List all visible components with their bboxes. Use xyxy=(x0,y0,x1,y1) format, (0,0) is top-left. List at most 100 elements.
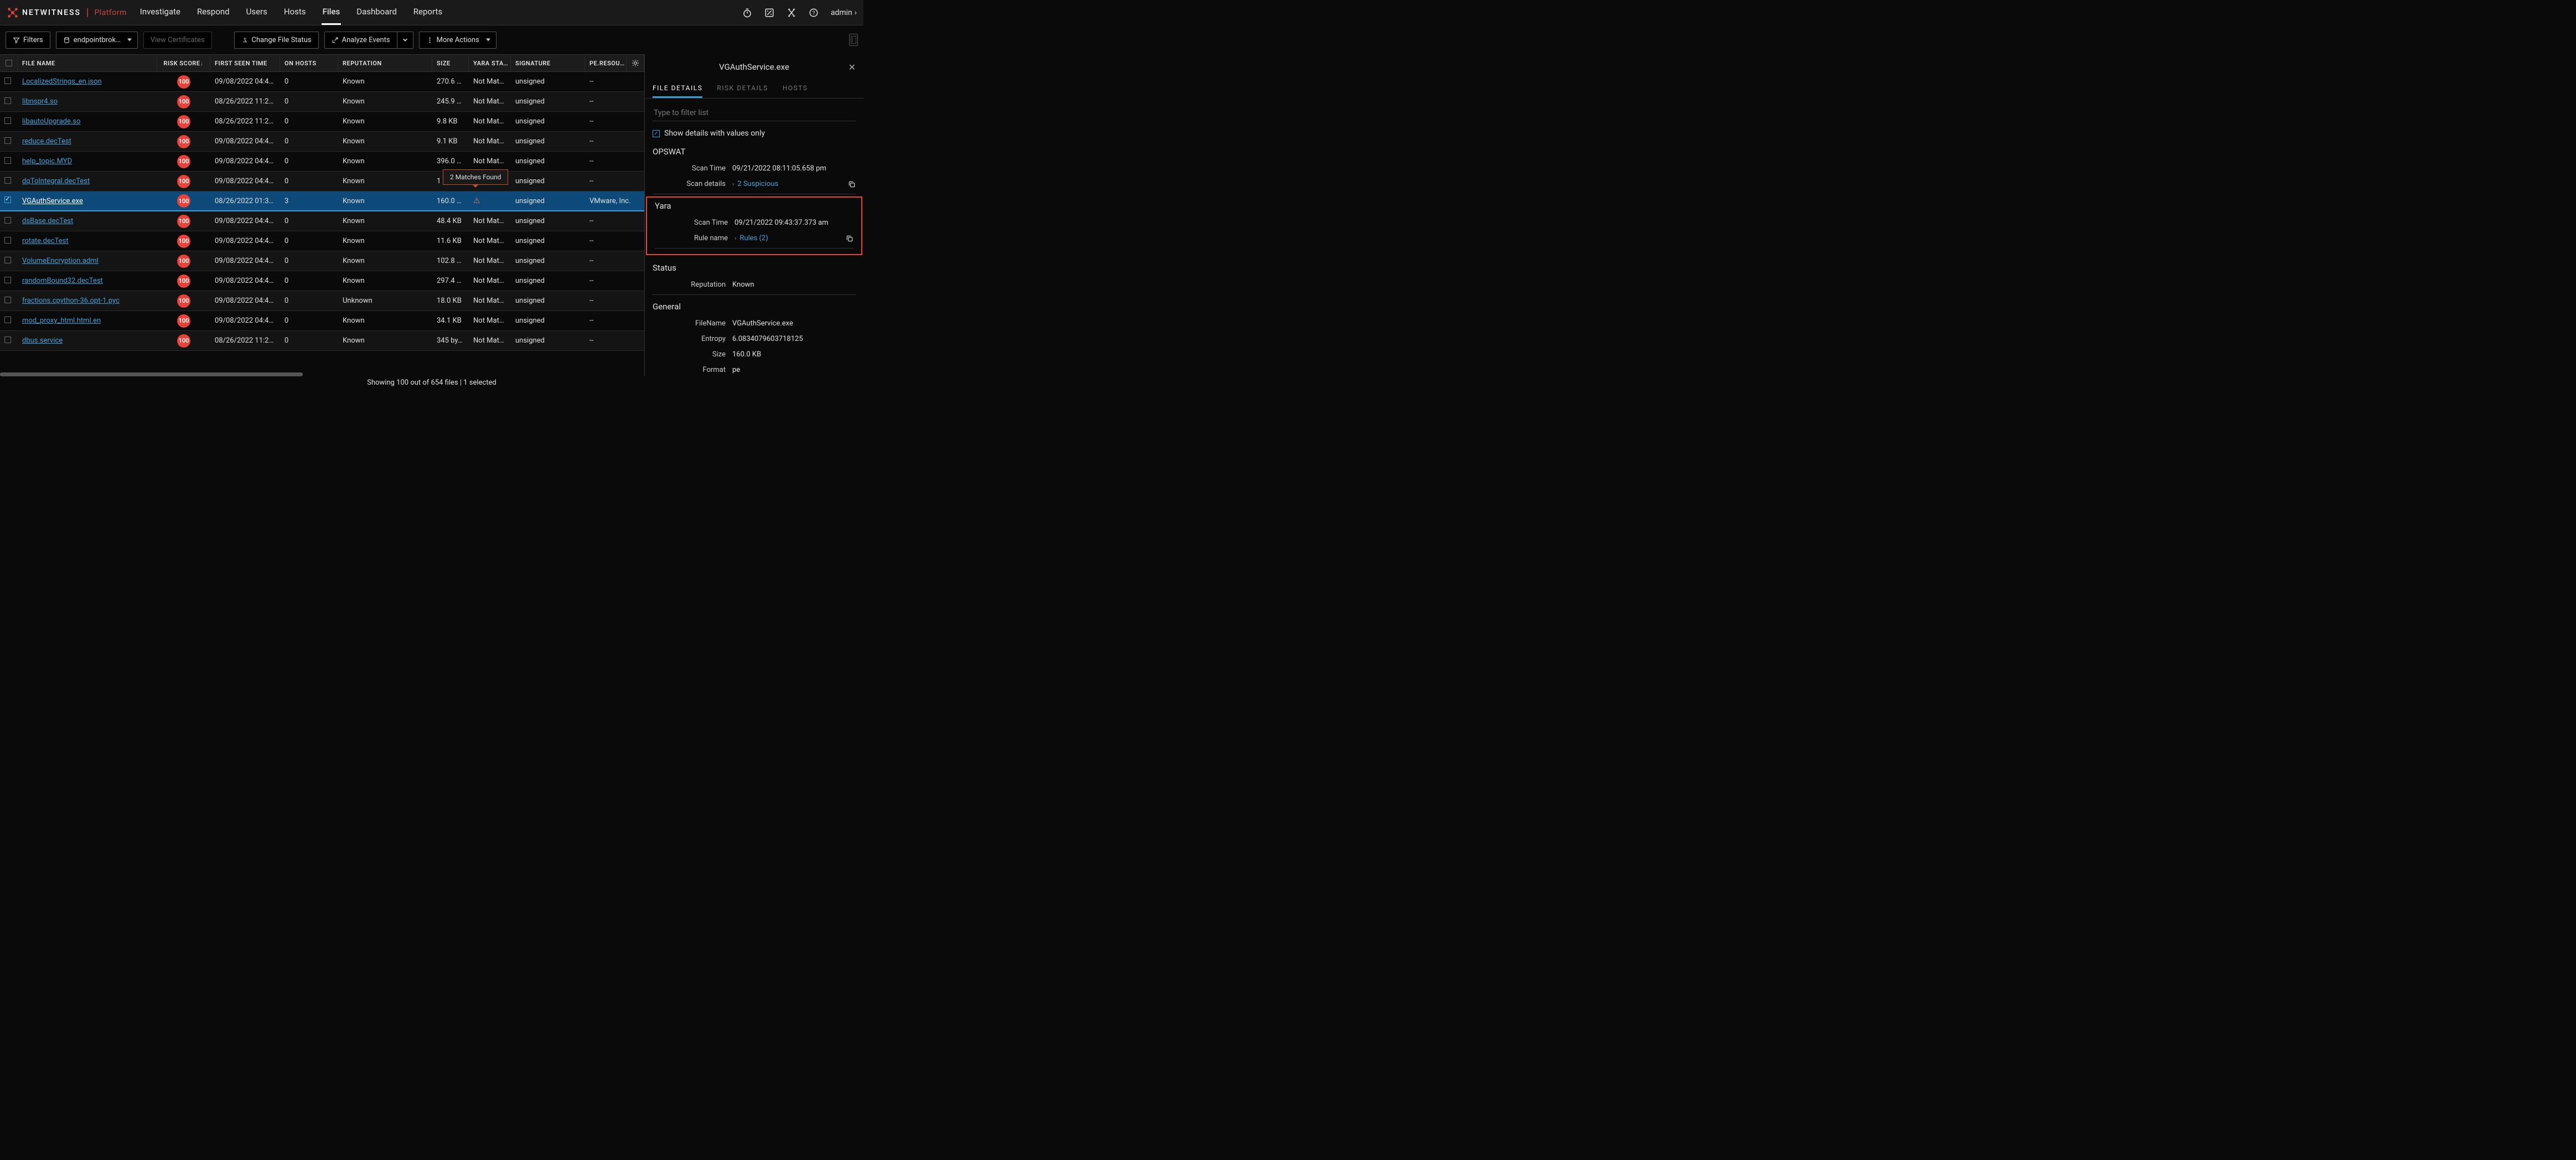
opswat-scantime-key: Scan Time xyxy=(653,164,732,173)
show-values-toggle[interactable]: ✓ Show details with values only xyxy=(645,127,863,142)
row-checkbox[interactable] xyxy=(0,297,18,305)
help-icon[interactable]: ? xyxy=(809,8,819,18)
collapse-panel-icon[interactable] xyxy=(849,34,858,46)
analyze-events-dropdown[interactable] xyxy=(397,32,413,49)
timer-icon[interactable] xyxy=(742,8,752,18)
row-checkbox[interactable] xyxy=(0,157,18,166)
analyze-events-button[interactable]: Analyze Events xyxy=(324,32,397,49)
col-first-seen[interactable]: FIRST SEEN TIME xyxy=(210,55,280,71)
col-filename[interactable]: FILE NAME xyxy=(18,55,157,71)
table-row[interactable]: rotate.decTest10009/08/2022 04:47…0Known… xyxy=(0,231,644,251)
source-dropdown[interactable]: endpointbrok… xyxy=(56,32,138,49)
table-row[interactable]: help_topic.MYD10009/08/2022 04:47…0Known… xyxy=(0,152,644,172)
chevron-right-icon[interactable]: › xyxy=(734,235,736,242)
file-link[interactable]: libautoUpgrade.so xyxy=(22,117,80,126)
table-row[interactable]: VGAuthService.exe10008/26/2022 01:36…3Kn… xyxy=(0,191,644,211)
cell-on-hosts: 0 xyxy=(280,297,338,305)
row-checkbox[interactable] xyxy=(0,177,18,186)
nav-reports[interactable]: Reports xyxy=(412,0,443,25)
cell-first-seen: 09/08/2022 04:47… xyxy=(210,157,280,165)
file-link[interactable]: help_topic.MYD xyxy=(22,157,72,165)
tab-risk-details[interactable]: RISK DETAILS xyxy=(717,80,768,98)
col-reputation[interactable]: REPUTATION xyxy=(338,55,432,71)
copy-icon[interactable] xyxy=(848,180,856,188)
cell-yara: Not Matc… xyxy=(473,157,508,165)
column-settings-icon[interactable] xyxy=(627,55,644,71)
file-link[interactable]: VGAuthService.exe xyxy=(22,197,83,205)
filters-button[interactable]: Filters xyxy=(6,32,50,49)
cell-signature: unsigned xyxy=(511,157,585,165)
row-checkbox[interactable] xyxy=(0,217,18,226)
select-all-checkbox[interactable] xyxy=(0,55,18,71)
table-row[interactable]: dqToIntegral.decTest10009/08/2022 04:47…… xyxy=(0,172,644,191)
cell-first-seen: 09/08/2022 04:47… xyxy=(210,257,280,265)
file-link[interactable]: dqToIntegral.decTest xyxy=(22,177,90,185)
cell-signature: unsigned xyxy=(511,277,585,285)
nav-hosts[interactable]: Hosts xyxy=(283,0,307,25)
table-row[interactable]: VolumeEncryption.adml10009/08/2022 04:47… xyxy=(0,251,644,271)
col-signature[interactable]: SIGNATURE xyxy=(511,55,585,71)
percent-icon[interactable] xyxy=(764,8,774,18)
gen-size-key: Size xyxy=(653,350,732,359)
chevron-right-icon[interactable]: › xyxy=(732,180,734,188)
horizontal-scrollbar[interactable] xyxy=(0,372,644,376)
section-opswat: OPSWAT Scan Time09/21/2022 08:11:05.658 … xyxy=(645,142,863,196)
row-checkbox[interactable] xyxy=(0,336,18,345)
close-panel-icon[interactable]: ✕ xyxy=(849,62,856,72)
table-row[interactable]: mod_proxy_html.html.en10009/08/2022 04:4… xyxy=(0,311,644,331)
col-yara-status[interactable]: YARA STA… xyxy=(469,55,511,71)
change-file-status-button[interactable]: Change File Status xyxy=(234,32,319,49)
file-link[interactable]: dsBase.decTest xyxy=(22,217,73,225)
file-link[interactable]: VolumeEncryption.adml xyxy=(22,257,99,265)
row-checkbox[interactable] xyxy=(0,277,18,286)
row-checkbox[interactable] xyxy=(0,137,18,146)
tools-icon[interactable] xyxy=(787,8,796,18)
row-checkbox[interactable] xyxy=(0,117,18,126)
table-row[interactable]: libnspr4.so10008/26/2022 11:22…0Known245… xyxy=(0,92,644,112)
table-row[interactable]: libautoUpgrade.so10008/26/2022 11:22…0Kn… xyxy=(0,112,644,132)
file-link[interactable]: dbus.service xyxy=(22,336,63,345)
analyze-label: Analyze Events xyxy=(342,36,390,44)
file-link[interactable]: mod_proxy_html.html.en xyxy=(22,317,101,325)
file-link[interactable]: fractions.cpython-36.opt-1.pyc xyxy=(22,297,120,305)
yara-rule-link[interactable]: Rules (2) xyxy=(739,234,768,242)
row-checkbox[interactable] xyxy=(0,97,18,106)
file-link[interactable]: reduce.decTest xyxy=(22,137,71,146)
nav-investigate[interactable]: Investigate xyxy=(139,0,182,25)
filter-input[interactable] xyxy=(653,105,856,121)
row-checkbox[interactable] xyxy=(0,196,18,205)
nav-dashboard[interactable]: Dashboard xyxy=(355,0,398,25)
nav-users[interactable]: Users xyxy=(245,0,268,25)
tab-hosts[interactable]: HOSTS xyxy=(783,80,808,98)
table-row[interactable]: dsBase.decTest10009/08/2022 04:47…0Known… xyxy=(0,211,644,231)
row-checkbox[interactable] xyxy=(0,237,18,246)
file-link[interactable]: rotate.decTest xyxy=(22,237,69,245)
row-checkbox[interactable] xyxy=(0,257,18,266)
analyze-events-group: Analyze Events xyxy=(324,32,413,49)
table-row[interactable]: randomBound32.decTest10009/08/2022 04:47… xyxy=(0,271,644,291)
nav-respond[interactable]: Respond xyxy=(196,0,231,25)
row-checkbox[interactable] xyxy=(0,77,18,86)
row-checkbox[interactable] xyxy=(0,317,18,325)
cell-signature: unsigned xyxy=(511,237,585,245)
file-link[interactable]: libnspr4.so xyxy=(22,97,58,106)
cell-on-hosts: 0 xyxy=(280,237,338,245)
col-risk-score[interactable]: RISK SCORE xyxy=(157,55,210,71)
cell-size: 9.1 KB xyxy=(432,137,469,146)
file-link[interactable]: LocalizedStrings_en.json xyxy=(22,77,102,86)
copy-icon[interactable] xyxy=(846,235,854,242)
file-link[interactable]: randomBound32.decTest xyxy=(22,277,103,285)
logo[interactable]: NETWITNESS | Platform xyxy=(7,7,127,19)
nav-files[interactable]: Files xyxy=(322,0,342,25)
user-menu[interactable]: admin› xyxy=(831,8,857,17)
opswat-scandet-link[interactable]: 2 Suspicious xyxy=(737,180,778,188)
col-pe-resource[interactable]: PE.RESOU… xyxy=(585,55,627,71)
table-row[interactable]: LocalizedStrings_en.json10009/08/2022 04… xyxy=(0,72,644,92)
table-row[interactable]: dbus.service10008/26/2022 11:22…0Known34… xyxy=(0,331,644,351)
more-actions-dropdown[interactable]: More Actions xyxy=(419,32,496,49)
table-row[interactable]: fractions.cpython-36.opt-1.pyc10009/08/2… xyxy=(0,291,644,311)
table-row[interactable]: reduce.decTest10009/08/2022 04:47…0Known… xyxy=(0,132,644,152)
tab-file-details[interactable]: FILE DETAILS xyxy=(653,80,702,98)
col-on-hosts[interactable]: ON HOSTS xyxy=(280,55,338,71)
col-size[interactable]: SIZE xyxy=(432,55,469,71)
